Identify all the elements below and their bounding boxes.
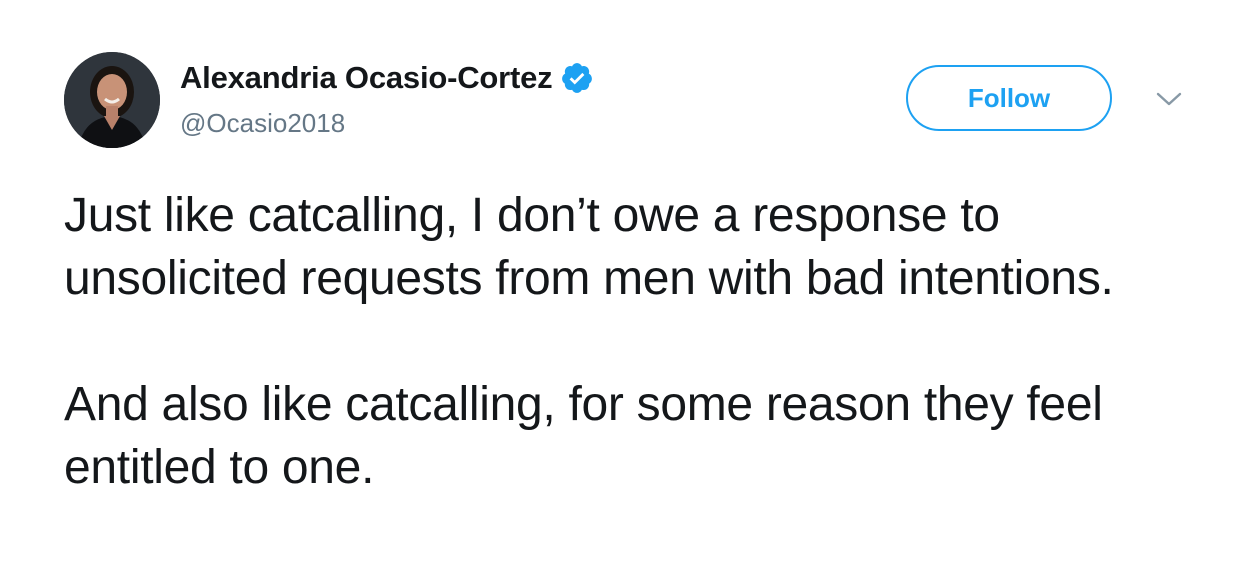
profile-photo-icon [64, 52, 160, 148]
tweet-card: Alexandria Ocasio-Cortez @Ocasio2018 Fol… [0, 0, 1242, 570]
tweet-paragraph: Just like catcalling, I don’t owe a resp… [64, 189, 1114, 305]
author-handle[interactable]: @Ocasio2018 [180, 108, 345, 139]
tweet-text: Just like catcalling, I don’t owe a resp… [64, 184, 1204, 499]
author-name-row: Alexandria Ocasio-Cortez [180, 56, 594, 100]
avatar[interactable] [64, 52, 160, 148]
tweet-paragraph: And also like catcalling, for some reaso… [64, 378, 1103, 494]
author-display-name[interactable]: Alexandria Ocasio-Cortez [180, 60, 553, 96]
verified-badge-icon [560, 61, 594, 95]
chevron-down-icon[interactable] [1154, 88, 1184, 110]
follow-button[interactable]: Follow [906, 65, 1112, 131]
